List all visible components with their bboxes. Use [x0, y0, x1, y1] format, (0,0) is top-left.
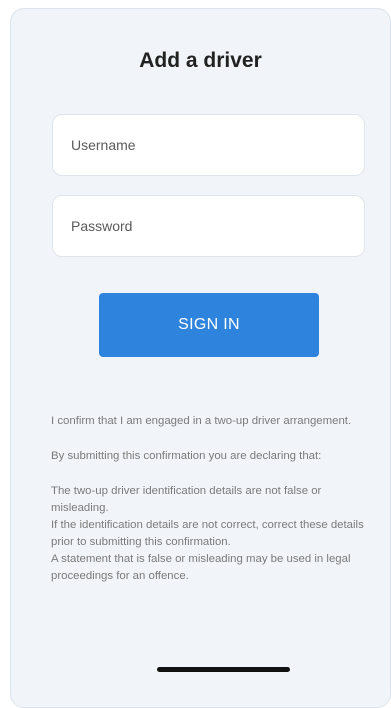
add-driver-card: Add a driver SIGN IN I confirm that I am… — [10, 8, 391, 708]
declaration-point: A statement that is false or misleading … — [51, 553, 351, 582]
declaration-point: The two-up driver identification details… — [51, 485, 322, 514]
disclaimer-text: I confirm that I am engaged in a two-up … — [51, 413, 369, 585]
declaration-point: If the identification details are not co… — [51, 519, 364, 548]
sign-in-button[interactable]: SIGN IN — [99, 293, 319, 357]
confirm-statement: I confirm that I am engaged in a two-up … — [51, 415, 352, 427]
password-input[interactable] — [52, 195, 365, 257]
home-indicator — [157, 667, 290, 672]
declaring-statement: By submitting this confirmation you are … — [51, 450, 322, 462]
page-title: Add a driver — [139, 49, 262, 72]
username-input[interactable] — [52, 114, 365, 176]
